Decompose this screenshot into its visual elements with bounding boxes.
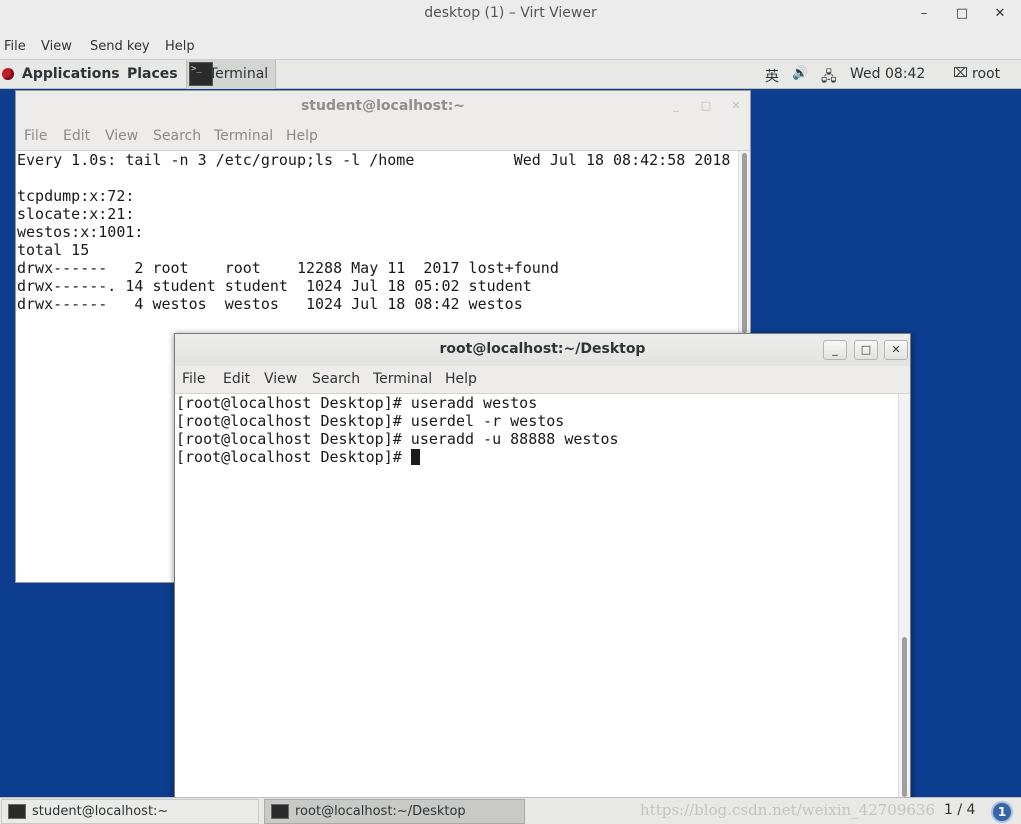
menu-help[interactable]: Help [445, 371, 477, 387]
maximize-button[interactable]: □ [854, 340, 878, 360]
viewer-menu-file[interactable]: File [4, 39, 26, 54]
menu-view[interactable]: View [264, 371, 297, 387]
notification-badge[interactable]: 1 [991, 801, 1013, 823]
menu-help[interactable]: Help [286, 128, 318, 144]
taskbar-item-root[interactable]: root@localhost:~/Desktop [264, 799, 525, 824]
redhat-icon [2, 68, 14, 80]
terminal-icon [8, 804, 26, 819]
viewer-minimize-button[interactable]: – [912, 4, 936, 24]
network-icon[interactable]: 🖧 [821, 66, 837, 90]
menu-edit[interactable]: Edit [223, 371, 250, 387]
output-line: ​ [17, 169, 738, 187]
output-line: Every 1.0s: tail -n 3 /etc/group;ls -l /… [17, 151, 731, 169]
gnome-bottom-bar: student@localhost:~ root@localhost:~/Des… [0, 797, 1021, 824]
menu-file[interactable]: File [182, 371, 205, 387]
output-line: drwx------ 2 root root 12288 May 11 2017… [17, 259, 559, 277]
minimize-button[interactable]: _ [664, 97, 688, 117]
output-line: tcpdump:x:72: [17, 187, 135, 205]
minimize-button[interactable]: _ [823, 340, 847, 360]
shell-prompt: [root@localhost Desktop]# [176, 448, 411, 466]
input-method-indicator[interactable]: 英 [765, 66, 779, 86]
menu-view[interactable]: View [105, 128, 138, 144]
menu-terminal[interactable]: Terminal [214, 128, 273, 144]
applications-menu[interactable]: Applications [22, 66, 120, 82]
menu-search[interactable]: Search [153, 128, 201, 144]
maximize-button[interactable]: □ [694, 97, 718, 117]
volume-icon[interactable]: 🔊 [792, 66, 808, 81]
output-line: [root@localhost Desktop]# useradd -u 888… [176, 430, 619, 448]
viewer-menubar: File View Send key Help [0, 34, 1021, 60]
terminal-menubar: File Edit View Search Terminal Help [16, 123, 750, 151]
taskbar-item-student[interactable]: student@localhost:~ [1, 799, 259, 824]
terminal-window-root[interactable]: root@localhost:~/Desktop _ □ ✕ File Edit… [174, 333, 911, 803]
terminal-icon [271, 804, 289, 819]
places-menu[interactable]: Places [127, 66, 178, 82]
output-line: [root@localhost Desktop]# userdel -r wes… [176, 412, 565, 430]
close-button[interactable]: ✕ [724, 97, 748, 117]
viewer-maximize-button[interactable]: □ [950, 4, 974, 24]
output-line: westos:x:1001: [17, 223, 144, 241]
terminal-output[interactable]: [root@localhost Desktop]# useradd westos… [175, 394, 898, 802]
viewer-close-button[interactable]: ✕ [988, 4, 1012, 24]
output-line: drwx------. 14 student student 1024 Jul … [17, 277, 532, 295]
scrollbar-thumb[interactable] [902, 637, 907, 797]
user-menu[interactable]: root [972, 66, 1000, 82]
viewer-menu-help[interactable]: Help [165, 39, 195, 54]
text-cursor [410, 449, 420, 465]
menu-edit[interactable]: Edit [63, 128, 90, 144]
terminal-app-menu[interactable]: >_ Terminal [186, 60, 276, 89]
output-line: slocate:x:21: [17, 205, 135, 223]
output-line: total 15 [17, 241, 90, 259]
menu-terminal[interactable]: Terminal [373, 371, 432, 387]
output-line: [root@localhost Desktop]# useradd westos [176, 394, 538, 412]
user-icon: ⌧ [953, 66, 968, 81]
taskbar-item-label: root@localhost:~/Desktop [295, 804, 466, 819]
taskbar-item-label: student@localhost:~ [32, 804, 169, 819]
menu-file[interactable]: File [24, 128, 47, 144]
prompt-line[interactable]: [root@localhost Desktop]# [176, 448, 898, 466]
clock[interactable]: Wed 08:42 [850, 66, 925, 82]
window-title: student@localhost:~ [16, 91, 750, 123]
scrollbar-thumb[interactable] [742, 153, 747, 333]
close-button[interactable]: ✕ [884, 340, 908, 360]
scrollbar[interactable] [898, 394, 910, 802]
workspace-indicator[interactable]: 1 / 4 [944, 802, 975, 818]
terminal-app-label: Terminal [209, 66, 269, 82]
viewer-title: desktop (1) – Virt Viewer [424, 5, 597, 21]
guest-desktop: Applications Places >_ Terminal 英 🔊 🖧 We… [0, 60, 1021, 824]
terminal-menubar: File Edit View Search Terminal Help [175, 366, 910, 394]
window-title: root@localhost:~/Desktop [175, 334, 910, 366]
watermark: https://blog.csdn.net/weixin_42709636 [640, 801, 936, 819]
output-line: drwx------ 4 westos westos 1024 Jul 18 0… [17, 295, 523, 313]
viewer-menu-view[interactable]: View [41, 39, 72, 54]
gnome-top-bar: Applications Places >_ Terminal 英 🔊 🖧 We… [0, 60, 1021, 89]
viewer-menu-send-key[interactable]: Send key [90, 39, 150, 54]
viewer-titlebar: desktop (1) – Virt Viewer – □ ✕ [0, 0, 1021, 34]
menu-search[interactable]: Search [312, 371, 360, 387]
